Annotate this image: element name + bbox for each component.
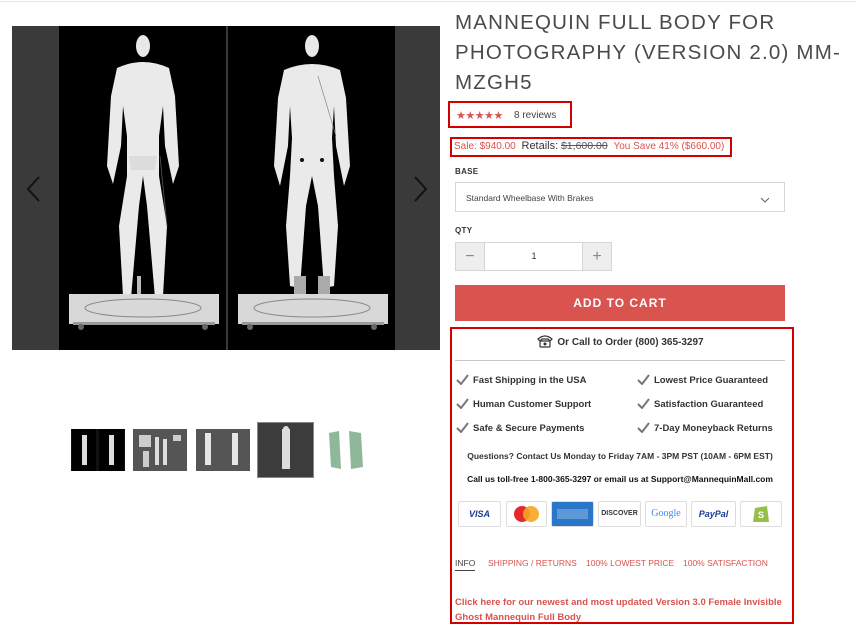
add-to-cart-button[interactable]: ADD TO CART (455, 285, 785, 321)
base-label: BASE (455, 167, 479, 176)
visa-icon: VISA (458, 501, 501, 527)
google-icon: Google (645, 501, 687, 527)
qty-label: QTY (455, 226, 473, 235)
tab-info[interactable]: INFO (455, 558, 476, 571)
tab-lowest-price[interactable]: 100% LOWEST PRICE (586, 558, 674, 568)
rating-stars-icon[interactable]: ★★★★★ (456, 109, 503, 122)
tab-shipping-returns[interactable]: SHIPPING / RETURNS (488, 558, 577, 568)
discover-icon: DISCOVER (598, 501, 641, 527)
base-select[interactable]: Standard Wheelbase With Brakes (455, 182, 785, 212)
paypal-icon: PayPal (691, 501, 736, 527)
thumbnail-front-back-gray[interactable] (196, 429, 250, 471)
thumbnail-strip (71, 422, 371, 479)
contact-hours: Questions? Contact Us Monday to Friday 7… (467, 451, 773, 461)
product-image-gallery (12, 26, 440, 350)
check-icon (637, 374, 650, 388)
sale-price: Sale: $940.00 (454, 141, 516, 152)
shopify-icon: S (740, 501, 782, 527)
qty-decrement-button[interactable]: − (456, 243, 485, 270)
feature-satisfaction: Satisfaction Guaranteed (637, 398, 763, 412)
thumbnail-parts[interactable] (133, 429, 187, 471)
mannequin-back-photo (228, 26, 395, 350)
product-title: MANNEQUIN FULL BODY FOR PHOTOGRAPHY (VER… (455, 11, 842, 94)
mannequin-front-photo (59, 26, 226, 350)
check-icon (456, 374, 469, 388)
version-3-promo-link[interactable]: Click here for our newest and most updat… (455, 595, 790, 624)
call-to-order-text: Or Call to Order (800) 365-3297 (557, 337, 704, 348)
thumbnail-green-dress[interactable] (323, 427, 371, 473)
call-to-order: Or Call to Order (800) 365-3297 (455, 334, 785, 351)
feature-fast-shipping: Fast Shipping in the USA (456, 374, 586, 388)
gallery-next-arrow-icon[interactable] (410, 174, 430, 204)
price-row: Sale: $940.00 Retails: $1,600.00 You Sav… (454, 140, 724, 152)
top-divider (0, 1, 856, 2)
base-select-value: Standard Wheelbase With Brakes (466, 193, 594, 203)
reviews-link[interactable]: 8 reviews (514, 110, 556, 121)
gallery-prev-arrow-icon[interactable] (24, 174, 44, 204)
feature-moneyback: 7-Day Moneyback Returns (637, 422, 773, 436)
retail-label: Retails: (521, 140, 559, 152)
savings-text: You Save 41% ($660.00) (613, 141, 725, 152)
thumbnail-front-back[interactable] (71, 429, 125, 471)
check-icon (637, 422, 650, 436)
qty-increment-button[interactable]: + (582, 243, 611, 270)
retail-price: $1,600.00 (560, 140, 608, 152)
chevron-down-icon (760, 192, 770, 210)
phone-icon (536, 334, 554, 351)
tollfree-email: Call us toll-free 1-800-365-3297 or emai… (467, 474, 773, 484)
check-icon (637, 398, 650, 412)
american-express-icon (551, 501, 594, 527)
quantity-stepper: − + (455, 242, 612, 271)
svg-text:S: S (758, 510, 764, 520)
info-tabs: INFO SHIPPING / RETURNS 100% LOWEST PRIC… (455, 558, 785, 574)
feature-secure-payments: Safe & Secure Payments (456, 422, 584, 436)
thumbnail-side-active[interactable] (257, 422, 314, 478)
tab-satisfaction[interactable]: 100% SATISFACTION (683, 558, 768, 568)
qty-input[interactable] (486, 243, 582, 270)
check-icon (456, 422, 469, 436)
feature-lowest-price: Lowest Price Guaranteed (637, 374, 768, 388)
mastercard-icon (506, 501, 547, 527)
check-icon (456, 398, 469, 412)
info-divider (455, 360, 785, 361)
feature-human-support: Human Customer Support (456, 398, 591, 412)
